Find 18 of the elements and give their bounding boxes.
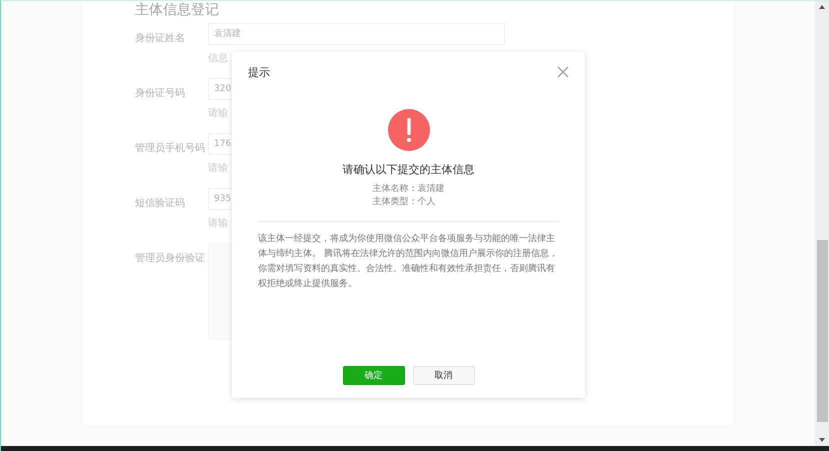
confirm-heading: 请确认以下提交的主体信息: [342, 162, 474, 177]
dialog-title: 提示: [248, 64, 270, 80]
scroll-thumb[interactable]: [816, 240, 828, 422]
close-icon[interactable]: [557, 66, 569, 78]
info-line: 主体名称：袁清建: [372, 183, 444, 195]
field-label: 身份证姓名: [135, 32, 186, 46]
info-line: 主体类型：个人: [372, 196, 436, 208]
section-title: 主体信息登记: [135, 1, 219, 20]
field-label: 短信验证码: [135, 197, 186, 211]
field-label: 管理员身份验证: [135, 252, 206, 266]
input-field[interactable]: 袁清建: [208, 23, 505, 45]
scroll-bar[interactable]: [815, 1, 829, 446]
field-label: 管理员手机号码: [135, 142, 206, 156]
field-label: 身份证号码: [135, 87, 186, 101]
cancel-button[interactable]: 取消: [412, 366, 474, 385]
notice-text: 该主体一经提交，将成为你使用微信公众平台各项服务与功能的唯一法律主体与缔约主体。 腾讯将在法律允许的范围内向微信用户展示你的注册信息，你需对填写资料的真实性、合法性、准确性和有效性承担责任，否则腾讯有权拒绝或终止提供服务。: [258, 232, 559, 291]
confirm-button[interactable]: 确定: [342, 366, 404, 385]
warning-icon: [388, 109, 430, 151]
